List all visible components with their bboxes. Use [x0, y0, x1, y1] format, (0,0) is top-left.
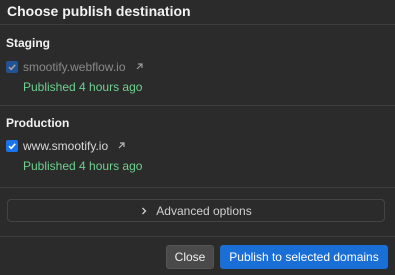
external-link-icon[interactable]: [134, 62, 144, 72]
checkmark-icon: [8, 143, 16, 150]
close-button[interactable]: Close: [166, 245, 214, 269]
staging-section: Staging smootify.webflow.io Published 4 …: [0, 24, 395, 105]
dialog-title: Choose publish destination: [7, 3, 191, 19]
production-heading: Production: [6, 116, 70, 130]
staging-domain-row[interactable]: smootify.webflow.io: [6, 59, 144, 75]
external-link-icon[interactable]: [116, 141, 126, 151]
chevron-right-icon: [142, 207, 147, 214]
publish-button[interactable]: Publish to selected domains: [220, 245, 388, 269]
production-checkbox[interactable]: [6, 140, 18, 152]
production-section: Production www.smootify.io Published 4 h…: [0, 106, 395, 187]
staging-status: Published 4 hours ago: [23, 80, 143, 94]
dialog-header: Choose publish destination: [0, 0, 395, 25]
advanced-options-label: Advanced options: [156, 203, 252, 218]
advanced-options-toggle[interactable]: Advanced options: [7, 199, 385, 222]
footer-divider: [0, 236, 395, 237]
section-divider: [0, 187, 395, 188]
staging-checkbox[interactable]: [6, 61, 18, 73]
production-status: Published 4 hours ago: [23, 159, 143, 173]
production-domain: www.smootify.io: [23, 139, 109, 153]
staging-heading: Staging: [6, 36, 50, 50]
staging-domain: smootify.webflow.io: [23, 60, 126, 74]
production-domain-row[interactable]: www.smootify.io: [6, 138, 126, 154]
checkmark-icon: [8, 64, 16, 71]
